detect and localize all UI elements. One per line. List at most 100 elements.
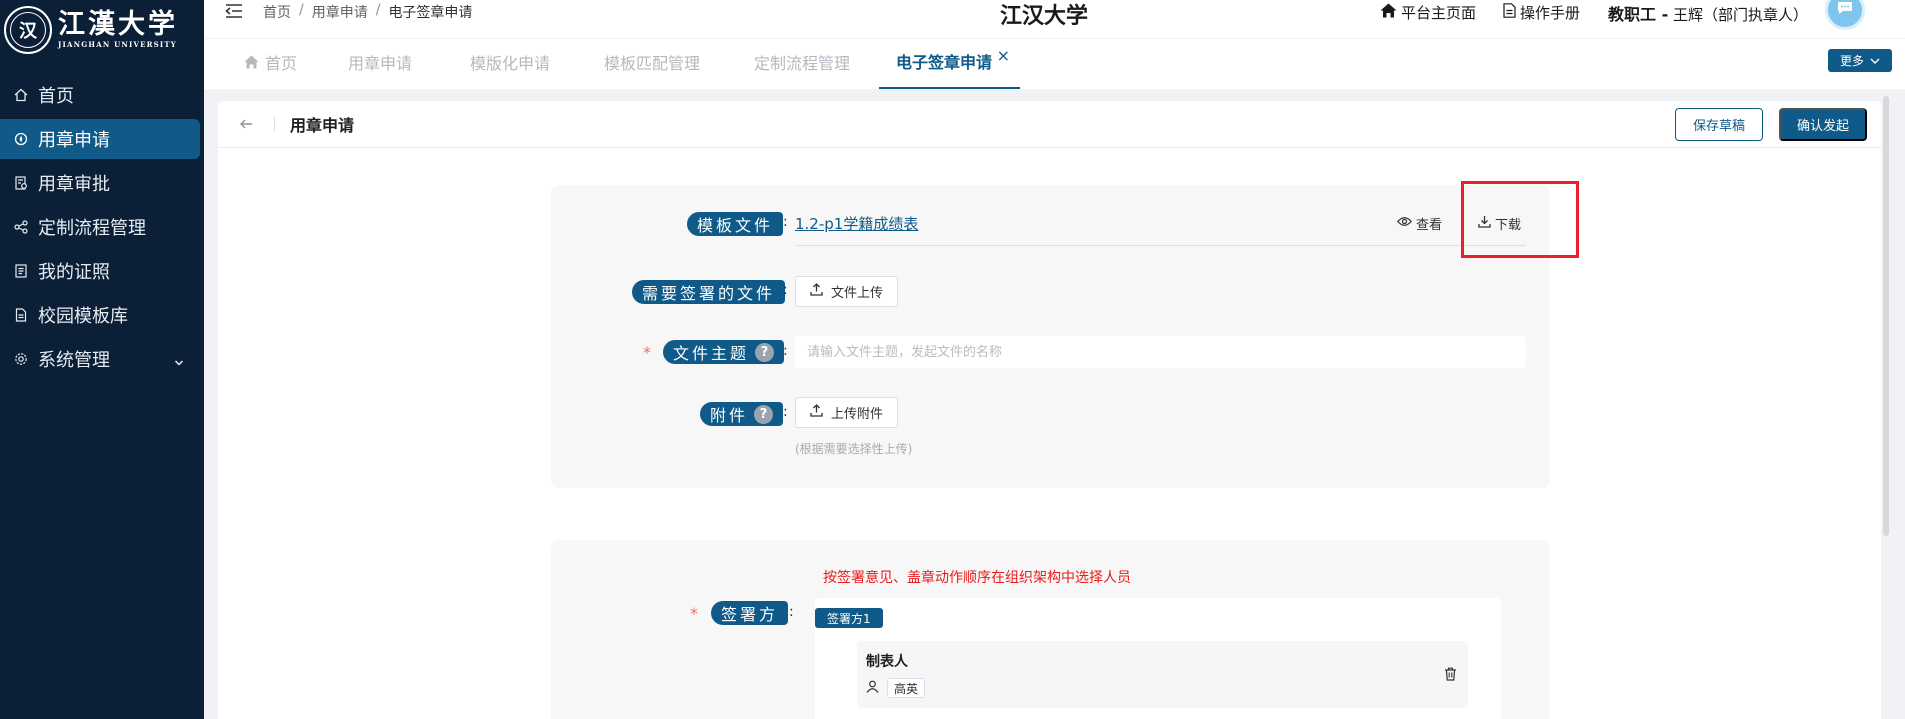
sidebar-item-template-library[interactable]: 校园模板库 [0, 295, 204, 335]
help-icon[interactable]: ? [754, 404, 774, 424]
tab-custom-flow[interactable]: 定制流程管理 [754, 39, 850, 89]
help-icon[interactable]: ? [755, 342, 775, 362]
university-logo[interactable]: 汉 江漢大学 JIANGHAN UNIVERSITY [0, 0, 204, 60]
signer-instruction: 按签署意见、盖章动作顺序在组织架构中选择人员 [823, 570, 1131, 586]
breadcrumb-home[interactable]: 首页 [263, 2, 291, 22]
subject-input[interactable] [795, 336, 1526, 368]
menu-fold-icon[interactable] [225, 3, 243, 19]
sidebar-item-label: 系统管理 [38, 350, 110, 371]
tab-label: 首页 [265, 54, 298, 73]
tab-e-signature[interactable]: 电子签章申请 × [879, 39, 1021, 89]
tabs-bar: 首页 用章申请 模版化申请 模板匹配管理 定制流程管理 电子签章申请 × 更多 [204, 38, 1905, 89]
download-highlight-box [1461, 181, 1579, 258]
sidebar: 汉 江漢大学 JIANGHAN UNIVERSITY 首页 用章申请 用章审批 [0, 0, 204, 719]
sidebar-item-label: 用章申请 [38, 130, 110, 151]
list-icon [13, 263, 29, 279]
breadcrumb-separator: / [375, 2, 381, 18]
required-mark: * [643, 343, 651, 362]
tab-label: 电子签章申请 [896, 53, 993, 72]
doc-check-icon [13, 175, 29, 191]
manual-label: 操作手册 [1520, 4, 1581, 22]
signer-label: 签署方 [711, 601, 789, 625]
document-icon [13, 307, 29, 323]
home-icon [13, 87, 29, 103]
page-header: 用章申请 保存草稿 确认发起 [218, 101, 1881, 148]
sidebar-item-seal-application[interactable]: 用章申请 [0, 119, 200, 159]
required-mark: * [690, 604, 698, 623]
sidebar-item-label: 首页 [38, 86, 74, 107]
sign-file-label: 需要签署的文件 [632, 280, 786, 304]
signer-tag[interactable]: 签署方1 [815, 608, 883, 628]
colon: : [783, 343, 788, 359]
compass-icon [13, 131, 29, 147]
maker-person: 高英 [866, 678, 926, 698]
more-label: 更多 [1839, 54, 1864, 68]
tab-template-application[interactable]: 模版化申请 [470, 39, 550, 89]
attachment-upload-button[interactable]: 上传附件 [795, 397, 899, 428]
eye-icon [1396, 216, 1413, 231]
sidebar-menu: 首页 用章申请 用章审批 定制流程管理 我的证照 校园模板库 系统管理 [0, 75, 204, 383]
delete-icon[interactable] [1444, 667, 1457, 685]
logo-chinese-name: 江漢大学 [58, 9, 178, 40]
breadcrumb-seal-application[interactable]: 用章申请 [312, 2, 368, 22]
breadcrumb-separator: / [299, 2, 304, 18]
view-button[interactable]: 查看 [1396, 214, 1443, 233]
attachment-label-text: 附件 [710, 406, 749, 425]
logo-english-name: JIANGHAN UNIVERSITY [58, 40, 177, 49]
template-file-link[interactable]: 1.2-p1学籍成绩表 [795, 213, 918, 234]
confirm-submit-button[interactable]: 确认发起 [1779, 108, 1867, 141]
scrollbar[interactable] [1883, 96, 1889, 536]
tab-label: 模板匹配管理 [604, 54, 701, 73]
sidebar-item-label: 我的证照 [38, 262, 110, 283]
tab-seal-application[interactable]: 用章申请 [348, 39, 412, 89]
sidebar-item-my-licenses[interactable]: 我的证照 [0, 251, 204, 291]
more-tabs-button[interactable]: 更多 [1828, 49, 1892, 72]
attachment-label: 附件 ? [700, 402, 784, 426]
upload-icon [810, 404, 823, 421]
colon: : [783, 404, 788, 420]
top-header: 首页 / 用章申请 / 电子签章申请 江汉大学 平台主页面 操作手册 教职工 -… [204, 0, 1905, 38]
sidebar-item-home[interactable]: 首页 [0, 75, 204, 115]
breadcrumb-current: 电子签章申请 [388, 5, 473, 21]
file-upload-label: 文件上传 [831, 286, 884, 301]
close-icon[interactable]: × [997, 31, 1010, 81]
chevron-down-icon [1870, 54, 1880, 68]
tab-label: 用章申请 [348, 54, 413, 73]
gear-icon [13, 351, 29, 367]
back-arrow-icon[interactable] [238, 116, 254, 132]
user-info[interactable]: 教职工 - 王辉（部门执章人） [1608, 1, 1808, 25]
user-role: 教职工 - [1608, 5, 1669, 24]
view-label: 查看 [1416, 218, 1443, 233]
chevron-down-icon [174, 352, 184, 373]
header-divider [274, 117, 275, 132]
colon: : [783, 282, 788, 298]
upload-icon [810, 283, 823, 300]
sidebar-item-label: 定制流程管理 [38, 218, 146, 239]
university-seal-icon: 汉 [4, 6, 52, 54]
share-icon [13, 219, 29, 235]
chat-bubble-icon [1836, 1, 1854, 19]
home-icon [1380, 3, 1397, 22]
tab-home[interactable]: 首页 [244, 39, 297, 89]
page-title: 用章申请 [290, 116, 355, 135]
save-draft-button[interactable]: 保存草稿 [1675, 108, 1763, 141]
template-file-underline [795, 245, 1526, 246]
sidebar-item-system-management[interactable]: 系统管理 [0, 339, 204, 379]
tab-template-matching[interactable]: 模板匹配管理 [604, 39, 700, 89]
page-brand-title: 江汉大学 [1000, 4, 1089, 29]
sidebar-item-seal-approval[interactable]: 用章审批 [0, 163, 204, 203]
attachment-upload-label: 上传附件 [831, 407, 884, 422]
avatar[interactable] [1825, 0, 1865, 30]
sidebar-item-label: 用章审批 [38, 174, 110, 195]
manual-link[interactable]: 操作手册 [1503, 2, 1580, 23]
platform-home-link[interactable]: 平台主页面 [1380, 2, 1476, 23]
file-upload-button[interactable]: 文件上传 [795, 276, 899, 307]
sidebar-item-custom-flow[interactable]: 定制流程管理 [0, 207, 204, 247]
subject-label: 文件主题 ? [663, 340, 785, 364]
person-chip[interactable]: 高英 [887, 678, 926, 698]
maker-card [857, 641, 1468, 708]
subject-label-text: 文件主题 [673, 344, 750, 363]
maker-title: 制表人 [866, 654, 908, 670]
user-name: 王辉（部门执章人） [1673, 6, 1809, 24]
sidebar-item-label: 校园模板库 [38, 306, 128, 327]
